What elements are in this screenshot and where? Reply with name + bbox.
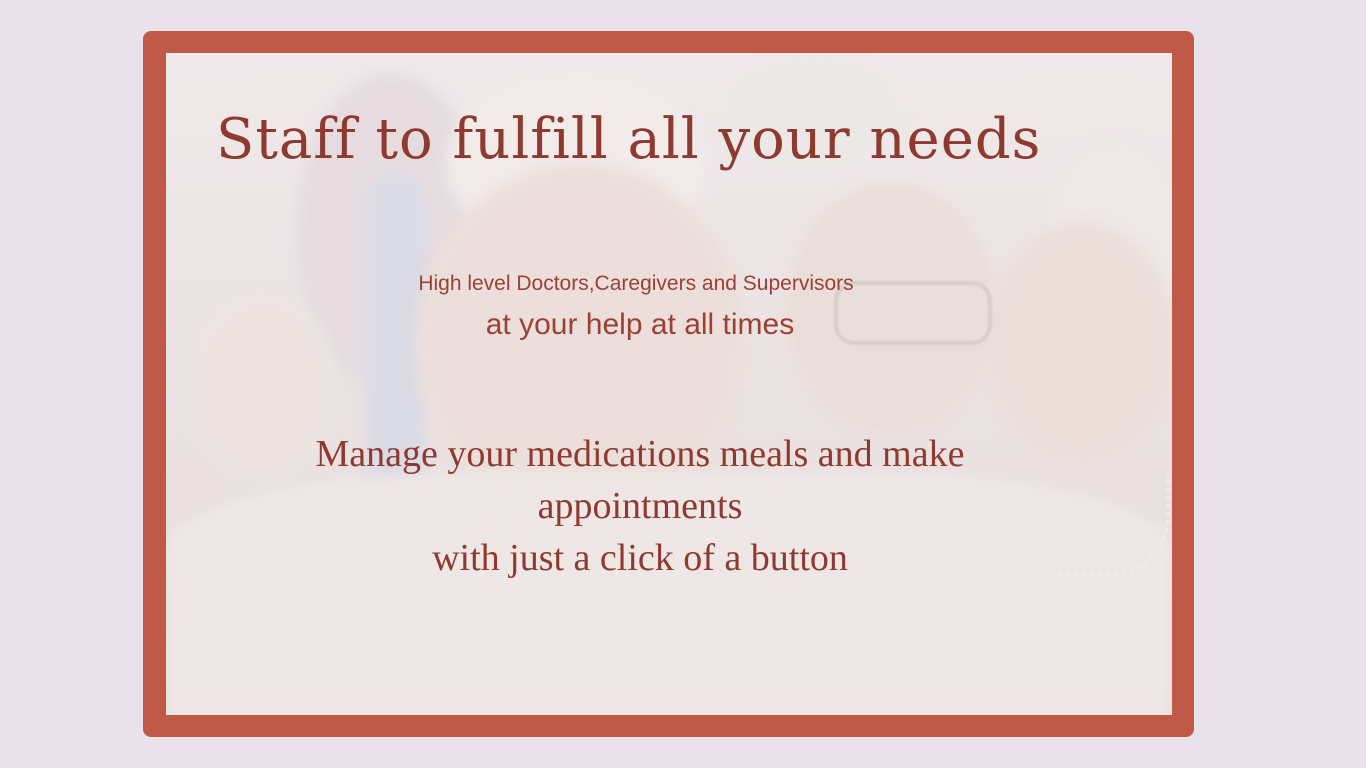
feature-line-1: Manage your medications meals and make xyxy=(315,433,965,475)
feature-line-3: with just a click of a button xyxy=(432,537,848,579)
subtitle-availability: at your help at all times xyxy=(485,308,795,341)
feature-line-2: appointments xyxy=(537,485,743,527)
headline: Staff to fulfill all your needs xyxy=(216,107,1042,172)
feature-description: Manage your medications meals and make a… xyxy=(230,428,1050,584)
subtitle-staff: High level Doctors,Caregivers and Superv… xyxy=(418,272,854,295)
